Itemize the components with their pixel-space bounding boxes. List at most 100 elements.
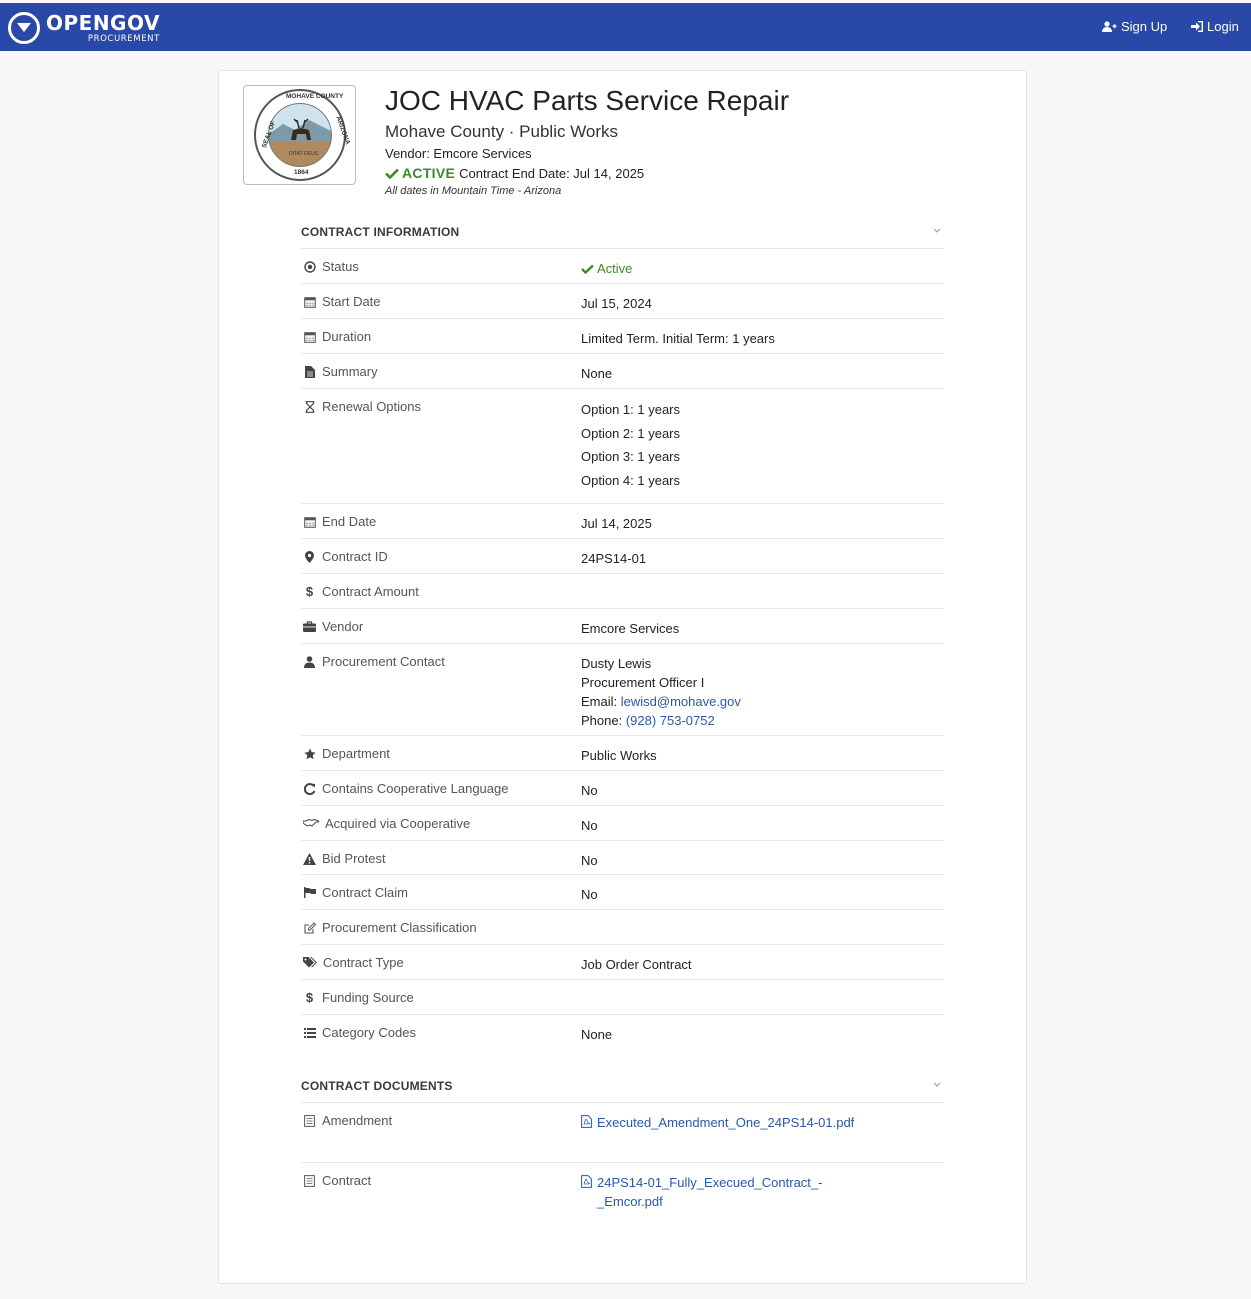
tags-icon xyxy=(303,956,317,969)
info-row-renewal-options: Renewal Options Option 1: 1 years Option… xyxy=(301,389,944,504)
row-label: Department xyxy=(322,746,390,761)
sign-up-link[interactable]: Sign Up xyxy=(1102,19,1167,34)
row-label: Start Date xyxy=(322,294,381,309)
dollar-icon: $ xyxy=(305,990,314,1005)
info-row-acquired-cooperative: Acquired via Cooperative No xyxy=(301,806,944,841)
info-row-contract-claim: Contract Claim No xyxy=(301,875,944,910)
row-value: Active xyxy=(597,261,633,276)
info-row-vendor: Vendor Emcore Services xyxy=(301,609,944,644)
row-value: Jul 14, 2025 xyxy=(581,516,652,531)
info-row-summary: Summary None xyxy=(301,354,944,389)
pdf-file-icon xyxy=(581,1175,592,1188)
edit-icon xyxy=(303,921,316,934)
briefcase-icon xyxy=(303,620,316,633)
warning-icon xyxy=(303,852,316,865)
row-value: Jul 15, 2024 xyxy=(581,296,652,311)
renewal-option: Option 1: 1 years xyxy=(581,402,680,417)
chevron-down-icon[interactable] xyxy=(932,225,942,235)
refresh-icon xyxy=(303,782,316,795)
info-row-category-codes: Category Codes None xyxy=(301,1015,944,1050)
sign-in-icon xyxy=(1191,21,1203,32)
row-label: Contract Type xyxy=(323,955,404,970)
row-label: Acquired via Cooperative xyxy=(325,816,471,831)
flag-icon xyxy=(303,886,316,899)
info-row-end-date: End Date Jul 14, 2025 xyxy=(301,504,944,539)
chevron-down-icon[interactable] xyxy=(932,1079,942,1089)
row-value: 24PS14-01 xyxy=(581,551,647,566)
amendment-file-link[interactable]: Executed_Amendment_One_24PS14-01.pdf xyxy=(597,1113,857,1132)
file-text-icon xyxy=(303,1114,316,1127)
row-label: Contains Cooperative Language xyxy=(322,781,509,796)
info-row-status: Status Active xyxy=(301,249,944,284)
seal-text-top: MOHAVE COUNTY xyxy=(286,93,344,100)
contact-title: Procurement Officer I xyxy=(581,675,705,690)
dollar-icon: $ xyxy=(305,584,314,599)
county-seal-image: MOHAVE COUNTY SEAL OF ARIZONA DITAT DEUS… xyxy=(243,85,356,185)
calendar-icon xyxy=(303,330,316,343)
row-label: Procurement Contact xyxy=(322,654,445,669)
contract-information-header[interactable]: CONTRACT INFORMATION xyxy=(301,215,944,249)
status-active-text: ACTIVE xyxy=(402,165,456,181)
hourglass-icon xyxy=(303,400,316,413)
phone-label: Phone: xyxy=(581,713,623,728)
logo-circle-icon xyxy=(8,12,40,44)
user-icon xyxy=(303,655,316,668)
file-text-icon xyxy=(303,1174,316,1187)
info-row-cooperative-language: Contains Cooperative Language No xyxy=(301,771,944,806)
handshake-icon xyxy=(303,817,319,830)
row-label: Vendor xyxy=(322,619,364,634)
row-value: None xyxy=(581,1027,613,1042)
contact-phone-link[interactable]: (928) 753-0752 xyxy=(626,713,715,728)
contract-file-link[interactable]: 24PS14-01_Fully_Execued_Contract_-_Emcor… xyxy=(597,1173,857,1211)
top-navbar: OPENGOV PROCUREMENT Sign Up Login xyxy=(0,3,1251,51)
document-row-amendment: Amendment Executed_Amendment_One_24PS14-… xyxy=(301,1103,944,1163)
dot-circle-icon xyxy=(303,260,316,273)
info-row-contract-amount: $ Contract Amount xyxy=(301,574,944,609)
contact-name: Dusty Lewis xyxy=(581,656,652,671)
login-link[interactable]: Login xyxy=(1191,19,1239,34)
row-label: Contract Amount xyxy=(322,584,419,599)
pdf-file-icon xyxy=(581,1115,592,1128)
document-row-contract: Contract 24PS14-01_Fully_Execued_Contrac… xyxy=(301,1163,944,1223)
file-icon xyxy=(303,365,316,378)
contact-email-link[interactable]: lewisd@mohave.gov xyxy=(621,694,741,709)
row-label: Contract xyxy=(322,1173,372,1188)
calendar-icon xyxy=(303,295,316,308)
info-row-funding-source: $ Funding Source xyxy=(301,980,944,1015)
row-label: Funding Source xyxy=(322,990,414,1005)
info-row-bid-protest: Bid Protest No xyxy=(301,841,944,875)
row-value: No xyxy=(581,783,598,798)
row-label: Amendment xyxy=(322,1113,393,1128)
row-label: Procurement Classification xyxy=(322,920,477,935)
contract-card: MOHAVE COUNTY SEAL OF ARIZONA DITAT DEUS… xyxy=(218,70,1027,1284)
row-label: End Date xyxy=(322,514,377,529)
status-line: ACTIVE Contract End Date: Jul 14, 2025 xyxy=(385,165,644,181)
row-value: No xyxy=(581,853,598,868)
info-row-duration: Duration Limited Term. Initial Term: 1 y… xyxy=(301,319,944,354)
timezone-note: All dates in Mountain Time - Arizona xyxy=(385,185,562,197)
row-value: Limited Term. Initial Term: 1 years xyxy=(581,331,775,346)
contract-documents-header[interactable]: CONTRACT DOCUMENTS xyxy=(301,1069,944,1103)
row-label: Summary xyxy=(322,364,378,379)
row-value: No xyxy=(581,818,598,833)
row-value: Job Order Contract xyxy=(581,957,692,972)
info-row-contract-type: Contract Type Job Order Contract xyxy=(301,945,944,980)
contract-documents-heading: CONTRACT DOCUMENTS xyxy=(301,1079,453,1093)
seal-year: 1864 xyxy=(294,169,309,176)
row-label: Status xyxy=(322,259,359,274)
info-row-procurement-contact: Procurement Contact Dusty Lewis Procurem… xyxy=(301,644,944,736)
seal-motto: DITAT DEUS xyxy=(289,151,318,157)
row-label: Bid Protest xyxy=(322,851,386,866)
renewal-option: Option 3: 1 years xyxy=(581,449,680,464)
row-label: Duration xyxy=(322,329,372,344)
opengov-logo[interactable]: OPENGOV PROCUREMENT xyxy=(8,9,160,47)
user-plus-icon xyxy=(1102,21,1117,32)
row-label: Renewal Options xyxy=(322,399,421,414)
row-value: No xyxy=(581,887,598,902)
contract-subtitle: Mohave County · Public Works xyxy=(385,122,619,141)
row-label: Contract ID xyxy=(322,549,388,564)
row-label: Contract Claim xyxy=(322,885,408,900)
brand-name: OPENGOV xyxy=(46,10,160,35)
row-label: Category Codes xyxy=(322,1025,416,1040)
row-value: Emcore Services xyxy=(581,621,680,636)
